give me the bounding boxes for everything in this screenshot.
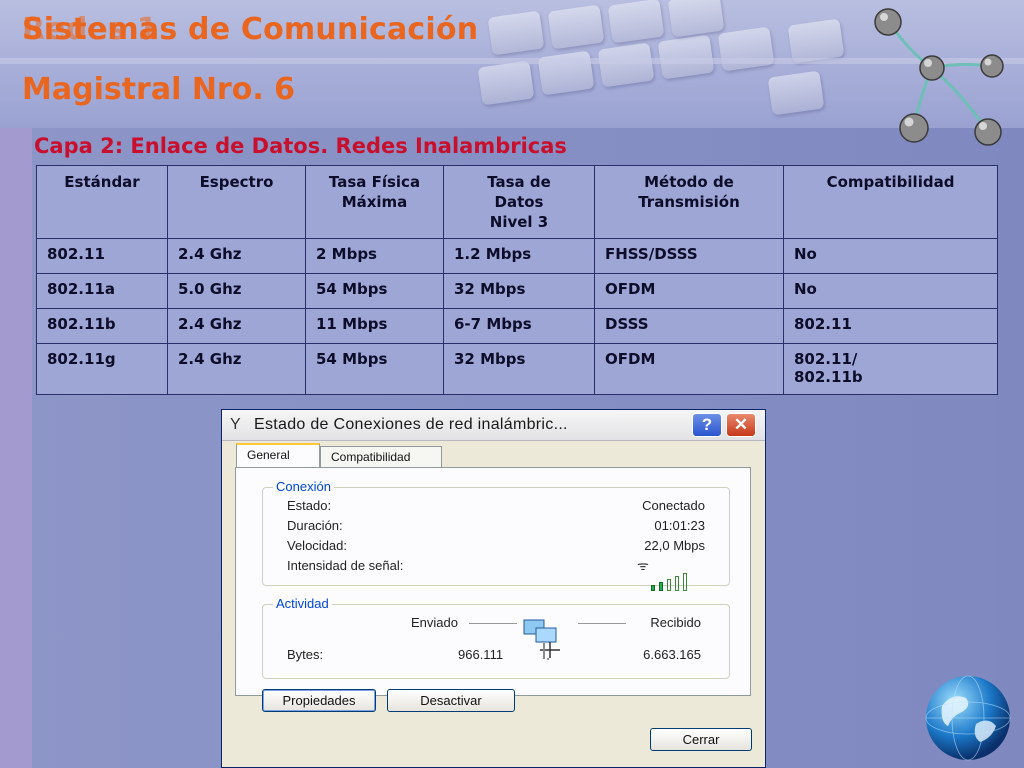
header-cell-tasa-datos: Tasa de Datos Nivel 3 xyxy=(443,165,595,239)
close-window-button[interactable]: ✕ xyxy=(726,413,756,437)
signal-wave-icon: ᯤ xyxy=(637,558,649,573)
help-button[interactable]: ? xyxy=(692,413,722,437)
table-cell: 2.4 Ghz xyxy=(167,343,306,395)
globe-icon xyxy=(925,675,1011,761)
table-cell: 802.11 xyxy=(36,238,168,274)
velocidad-value: 22,0 Mbps xyxy=(644,538,705,553)
table-cell: 6-7 Mbps xyxy=(443,308,595,344)
signal-bar xyxy=(675,576,679,591)
table-cell: 2.4 Ghz xyxy=(167,308,306,344)
properties-button[interactable]: Propiedades xyxy=(262,689,376,712)
signal-bar xyxy=(659,582,663,591)
table-cell: 54 Mbps xyxy=(305,343,444,395)
bytes-label: Bytes: xyxy=(287,647,324,662)
antenna-icon: Υ xyxy=(230,416,241,433)
table-cell: 802.11b xyxy=(36,308,168,344)
table-cell: FHSS/DSSS xyxy=(594,238,784,274)
table-cell: 802.11 xyxy=(783,308,998,344)
bytes-sent-value: 966.111 xyxy=(458,647,504,662)
dialog-title: Estado de Conexiones de red inalámbric..… xyxy=(254,416,568,433)
table-cell: 802.11a xyxy=(36,273,168,309)
estado-value: Conectado xyxy=(642,498,705,513)
table-cell: 32 Mbps xyxy=(443,343,595,395)
table-cell: 11 Mbps xyxy=(305,308,444,344)
received-label: Recibido xyxy=(650,615,701,630)
activity-group: Actividad Enviado Recibido Bytes: 966.11… xyxy=(262,596,730,679)
general-tab-panel: Conexión Estado: Conectado Duración: 01:… xyxy=(235,467,751,696)
dialog-titlebar[interactable]: Υ Estado de Conexiones de red inalámbric… xyxy=(222,410,765,441)
close-button[interactable]: Cerrar xyxy=(650,728,752,751)
header-cell-compatibilidad: Compatibilidad xyxy=(783,165,998,239)
keypad-background-image xyxy=(470,0,890,124)
table-cell: 2.4 Ghz xyxy=(167,238,306,274)
network-activity-icon xyxy=(523,619,560,660)
table-cell: 54 Mbps xyxy=(305,273,444,309)
table-cell: 32 Mbps xyxy=(443,273,595,309)
table-row: 802.11g 2.4 Ghz 54 Mbps 32 Mbps OFDM 802… xyxy=(36,343,998,395)
slide-subtitle: Capa 2: Enlace de Datos. Redes Inalambri… xyxy=(34,134,567,158)
slide-title-line-2: Magistral Nro. 6 xyxy=(22,72,296,107)
table-cell: 2 Mbps xyxy=(305,238,444,274)
table-cell: 1.2 Mbps xyxy=(443,238,595,274)
signal-bar xyxy=(667,579,671,591)
table-cell: OFDM xyxy=(594,343,784,395)
wifi-standards-table: Estándar Espectro Tasa Física Máxima Tas… xyxy=(36,165,998,395)
signal-strength-label: Intensidad de señal: xyxy=(287,558,404,573)
table-cell: 5.0 Ghz xyxy=(167,273,306,309)
table-row: 802.11 2.4 Ghz 2 Mbps 1.2 Mbps FHSS/DSSS… xyxy=(36,238,998,274)
duracion-label: Duración: xyxy=(287,518,343,533)
slide-title: Sistemas de Comunicación Redes 1 xyxy=(22,12,479,47)
disable-button[interactable]: Desactivar xyxy=(387,689,515,712)
table-cell: 802.11/ 802.11b xyxy=(783,343,998,395)
duracion-value: 01:01:23 xyxy=(654,518,705,533)
sent-label: Enviado xyxy=(411,615,458,630)
table-cell: OFDM xyxy=(594,273,784,309)
table-cell: No xyxy=(783,238,998,274)
table-cell: 802.11g xyxy=(36,343,168,395)
tab-compatibilidad[interactable]: Compatibilidad xyxy=(320,446,442,468)
header-cell-espectro: Espectro xyxy=(167,165,306,239)
velocidad-label: Velocidad: xyxy=(287,538,347,553)
table-header-row: Estándar Espectro Tasa Física Máxima Tas… xyxy=(36,165,998,239)
table-row: 802.11a 5.0 Ghz 54 Mbps 32 Mbps OFDM No xyxy=(36,273,998,309)
activity-group-title: Actividad xyxy=(273,596,332,611)
table-cell: DSSS xyxy=(594,308,784,344)
slide-title-overlay: Redes 1 xyxy=(22,12,158,47)
header-cell-estandar: Estándar xyxy=(36,165,168,239)
molecule-logo-icon xyxy=(874,8,1004,146)
table-row: 802.11b 2.4 Ghz 11 Mbps 6-7 Mbps DSSS 80… xyxy=(36,308,998,344)
header-cell-metodo: Método de Transmisión xyxy=(594,165,784,239)
tab-general[interactable]: General xyxy=(236,443,320,469)
estado-label: Estado: xyxy=(287,498,332,513)
connection-group-title: Conexión xyxy=(273,479,334,494)
connection-group: Conexión Estado: Conectado Duración: 01:… xyxy=(262,479,730,591)
signal-bar xyxy=(683,573,687,591)
bytes-received-value: 6.663.165 xyxy=(643,647,701,662)
table-cell: No xyxy=(783,273,998,309)
left-accent-bar xyxy=(0,128,32,768)
wireless-status-dialog: Υ Estado de Conexiones de red inalámbric… xyxy=(221,409,766,768)
signal-bar xyxy=(651,585,655,591)
header-cell-tasa-fisica: Tasa Física Máxima xyxy=(305,165,444,239)
